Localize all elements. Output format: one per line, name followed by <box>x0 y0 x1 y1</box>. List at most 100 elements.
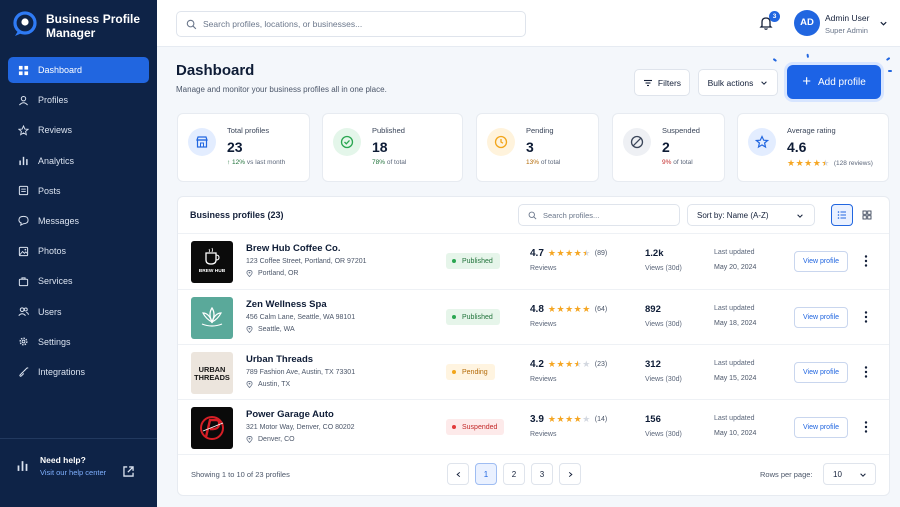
sidebar-item-label: Settings <box>38 336 71 347</box>
business-logo: BREW HUB <box>191 241 233 283</box>
chevron-right-icon <box>568 471 573 477</box>
stat-label: Published <box>372 126 405 135</box>
sort-select[interactable]: Sort by: Name (A-Z) <box>687 204 815 226</box>
sidebar-item-label: Dashboard <box>38 65 83 75</box>
panel-title: Business profiles (23) <box>190 210 284 220</box>
rating-count: (14) <box>594 416 608 423</box>
table-row[interactable]: Zen Wellness Spa 456 Calm Lane, Seattle,… <box>178 289 889 344</box>
table-row[interactable]: BREW HUB Brew Hub Coffee Co. 123 Coffee … <box>178 233 889 288</box>
help-center-link[interactable]: Visit our help center <box>40 468 106 477</box>
business-address: 456 Calm Lane, Seattle, WA 98101 <box>246 314 356 321</box>
avatar[interactable]: AD <box>794 10 820 36</box>
sidebar-item-services[interactable]: Services <box>8 268 149 294</box>
list-view-toggle[interactable] <box>831 204 853 226</box>
stat-sub-text: vs last month <box>246 159 286 166</box>
grid-icon <box>862 210 872 220</box>
star-icon: ★ <box>547 248 556 258</box>
business-name[interactable]: Urban Threads <box>246 354 313 365</box>
analytics-icon <box>19 156 28 166</box>
rating-stars: ★ ★ ★ ★ ★ <box>548 415 591 424</box>
stat-card-total: Total profiles 23 ↑ 12% vs last month <box>177 113 310 182</box>
view-profile-button[interactable]: View profile <box>794 362 848 383</box>
page-button-1[interactable]: 1 <box>475 463 497 485</box>
sidebar-item-label: Messages <box>38 215 80 226</box>
table-row[interactable]: URBAN THREADS Urban Threads 789 Fashion A… <box>178 344 889 399</box>
star-icon: ★ <box>556 414 565 424</box>
sparkle-decoration <box>806 53 810 58</box>
view-profile-button[interactable]: View profile <box>794 251 848 272</box>
star-icon: ★ <box>573 304 582 314</box>
more-options-icon[interactable] <box>862 254 870 268</box>
stat-sub-text: of total <box>673 159 693 166</box>
check-circle-icon <box>340 135 354 149</box>
business-name[interactable]: Zen Wellness Spa <box>246 299 327 310</box>
view-profile-button[interactable]: View profile <box>794 307 848 328</box>
rating-value: 3.9 <box>530 414 544 425</box>
sidebar-item-posts[interactable]: Posts <box>8 178 149 204</box>
help-title: Need help? <box>40 455 86 465</box>
search-input[interactable] <box>203 19 503 29</box>
sidebar-item-analytics[interactable]: Analytics <box>8 148 149 174</box>
stat-card-pending: Pending 3 13% of total <box>476 113 599 182</box>
more-options-icon[interactable] <box>862 420 870 434</box>
next-page-button[interactable] <box>559 463 581 485</box>
bulk-actions-button[interactable]: Bulk actions <box>698 69 778 96</box>
sidebar-item-settings[interactable]: Settings <box>8 329 149 355</box>
business-name[interactable]: Brew Hub Coffee Co. <box>246 243 340 254</box>
stat-sub: 9% of total <box>662 159 693 166</box>
brand[interactable]: Business Profile Manager <box>12 11 146 40</box>
sidebar-item-users[interactable]: Users <box>8 299 149 325</box>
stat-pct: 13% <box>526 159 540 166</box>
messages-icon <box>18 216 29 227</box>
table-row[interactable]: Power Garage Auto 321 Motor Way, Denver,… <box>178 399 889 454</box>
sidebar-item-profiles[interactable]: Profiles <box>8 87 149 113</box>
stat-value: 3 <box>526 139 534 155</box>
chevron-down-icon[interactable] <box>879 19 888 28</box>
rows-per-page-label: Rows per page: <box>760 470 813 479</box>
rows-per-page-select[interactable]: 10 <box>823 463 876 485</box>
star-icon: ★ <box>565 359 574 369</box>
star-icon: ★ <box>556 359 565 369</box>
city-label: Seattle, WA <box>258 326 295 333</box>
logo-text: URBAN THREADS <box>194 365 230 382</box>
business-city: Portland, OR <box>246 270 298 277</box>
view-profile-button[interactable]: View profile <box>794 417 848 438</box>
stat-sub: 78% of total <box>372 159 406 166</box>
help-section[interactable]: Need help? Visit our help center <box>0 438 157 477</box>
stat-label: Pending <box>526 126 554 135</box>
business-city: Austin, TX <box>246 381 290 388</box>
business-name[interactable]: Power Garage Auto <box>246 409 334 420</box>
notification-badge: 3 <box>769 11 780 22</box>
more-options-icon[interactable] <box>862 365 870 379</box>
star-icon: ★ <box>565 248 574 258</box>
page-button-3[interactable]: 3 <box>531 463 553 485</box>
external-link-icon[interactable] <box>122 465 135 478</box>
sidebar-item-label: Integrations <box>38 366 86 377</box>
status-label: Pending <box>462 368 488 376</box>
filter-icon <box>643 79 652 86</box>
user-name[interactable]: Admin User <box>825 13 869 23</box>
sidebar-item-reviews[interactable]: Reviews <box>8 117 149 143</box>
profiles-search-input[interactable] <box>543 210 673 220</box>
global-search[interactable] <box>176 11 526 37</box>
sidebar-item-label: Posts <box>38 185 61 196</box>
sidebar-item-photos[interactable]: Photos <box>8 238 149 264</box>
sidebar-item-dashboard[interactable]: Dashboard <box>8 57 149 83</box>
profiles-search[interactable] <box>518 204 680 226</box>
grid-view-toggle[interactable] <box>856 204 878 226</box>
page-subtitle: Manage and monitor your business profile… <box>176 85 387 94</box>
sidebar-item-integrations[interactable]: Integrations <box>8 359 149 385</box>
business-city: Denver, CO <box>246 436 295 443</box>
page-button-2[interactable]: 2 <box>503 463 525 485</box>
add-profile-button[interactable]: + Add profile <box>787 65 881 99</box>
views-value: 1.2k <box>645 248 664 259</box>
prev-page-button[interactable] <box>447 463 469 485</box>
app-title: Business Profile Manager <box>46 12 141 40</box>
status-dot <box>452 370 456 374</box>
filters-button[interactable]: Filters <box>634 69 690 96</box>
add-profile-label: Add profile <box>817 76 866 88</box>
more-options-icon[interactable] <box>862 310 870 324</box>
sidebar-item-messages[interactable]: Messages <box>8 208 149 234</box>
page-title: Dashboard <box>176 62 255 79</box>
star-icon: ★ <box>556 248 565 258</box>
